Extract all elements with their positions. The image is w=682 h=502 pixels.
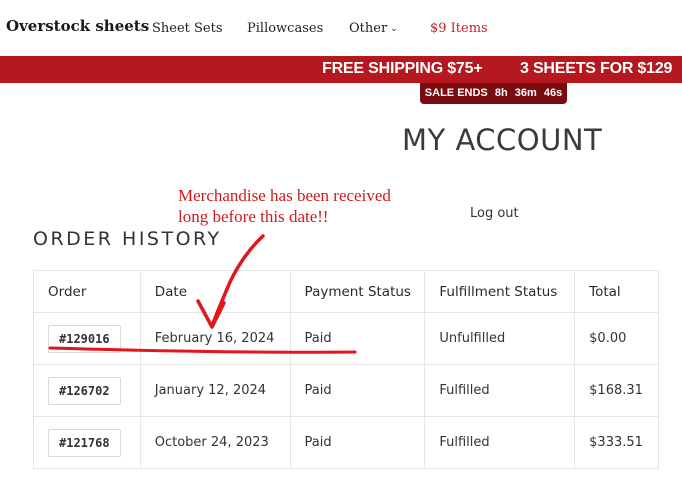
order-total: $333.51 [574, 416, 659, 469]
order-number-link[interactable]: #129016 [48, 324, 121, 353]
column-header-total: Total [574, 270, 659, 313]
payment-status: Paid [289, 416, 426, 469]
sale-ends-label: SALE ENDS [424, 87, 488, 99]
sale-countdown: SALE ENDS 8h 36m 46s [420, 83, 567, 104]
order-date: October 24, 2023 [139, 416, 291, 469]
order-total: $0.00 [574, 312, 659, 365]
table-row: #126702 January 12, 2024 Paid Fulfilled … [33, 364, 659, 417]
annotation-note: Merchandise has been received long befor… [178, 185, 391, 227]
brand-logo[interactable]: Overstock sheets [6, 17, 149, 35]
annotation-line-1: Merchandise has been received [178, 186, 391, 205]
table-row: #129016 February 16, 2024 Paid Unfulfill… [33, 312, 659, 365]
nav-sheet-sets[interactable]: Sheet Sets [152, 21, 223, 36]
column-header-date: Date [139, 270, 291, 313]
column-header-payment-status: Payment Status [289, 270, 426, 313]
order-history-table: Order Date Payment Status Fulfillment St… [33, 270, 659, 469]
nav-other-label: Other [349, 21, 388, 36]
promo-free-shipping: FREE SHIPPING $75+ [322, 60, 483, 77]
logout-link[interactable]: Log out [470, 206, 519, 221]
nav-9-items[interactable]: $9 Items [430, 21, 488, 36]
fulfillment-status: Fulfilled [424, 416, 576, 469]
payment-status: Paid [289, 364, 426, 417]
order-number-link[interactable]: #121768 [48, 428, 121, 457]
payment-status: Paid [289, 312, 426, 365]
order-history-heading: ORDER HISTORY [33, 228, 222, 250]
order-date: February 16, 2024 [139, 312, 291, 365]
fulfillment-status: Unfulfilled [424, 312, 576, 365]
column-header-fulfillment-status: Fulfillment Status [424, 270, 576, 313]
countdown-seconds: 46s [543, 87, 563, 99]
annotation-line-2: long before this date!! [178, 207, 329, 226]
countdown-hours: 8h [494, 87, 508, 99]
order-number-link[interactable]: #126702 [48, 376, 121, 405]
table-header-row: Order Date Payment Status Fulfillment St… [33, 270, 659, 313]
countdown-minutes: 36m [514, 87, 537, 99]
order-date: January 12, 2024 [139, 364, 291, 417]
column-header-order: Order [33, 270, 141, 313]
chevron-down-icon: ⌄ [390, 24, 398, 34]
promo-3-sheets: 3 SHEETS FOR $129 [520, 60, 673, 77]
nav-other[interactable]: Other ⌄ [349, 21, 398, 36]
page-title: MY ACCOUNT [402, 123, 603, 157]
fulfillment-status: Fulfilled [424, 364, 576, 417]
nav-pillowcases[interactable]: Pillowcases [247, 21, 323, 36]
order-total: $168.31 [574, 364, 659, 417]
table-row: #121768 October 24, 2023 Paid Fulfilled … [33, 416, 659, 469]
